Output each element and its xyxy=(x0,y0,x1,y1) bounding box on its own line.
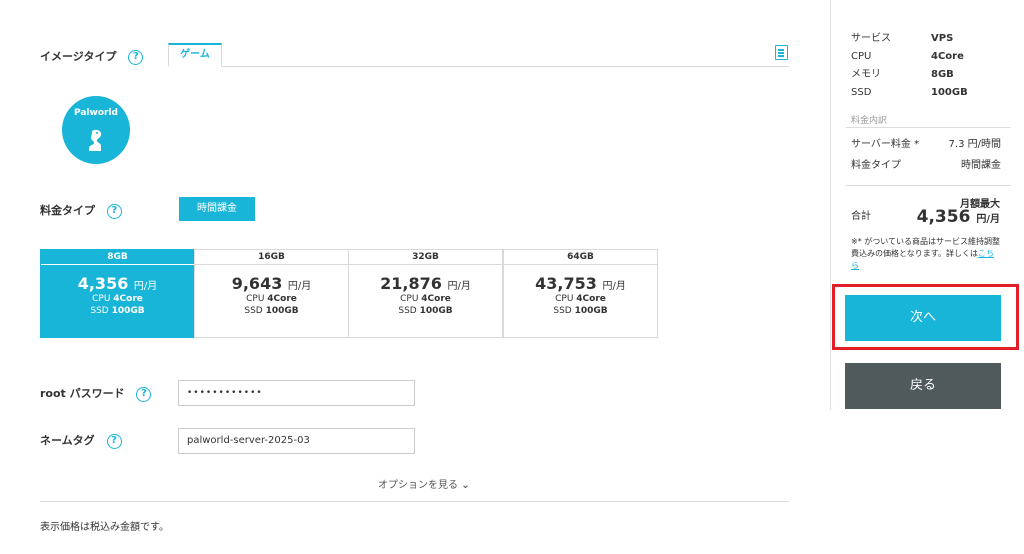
tab-game[interactable]: ゲーム xyxy=(168,43,222,67)
sidebar-divider xyxy=(846,127,1011,128)
plan-card-8gb[interactable]: 8GB 4,356 円/月 CPU 4Core SSD 100GB xyxy=(40,249,195,338)
server-fee-value: 7.3 円/時間 xyxy=(948,139,1001,150)
server-fee-label: サーバー料金 * xyxy=(851,139,920,150)
game-name: Palworld xyxy=(74,108,118,118)
total-label: 合計 xyxy=(851,211,871,222)
plan-cpu: CPU 4Core xyxy=(555,294,606,304)
fee-type-value: 時間課金 xyxy=(961,160,1001,171)
spec-row-ssd: SSD 100GB xyxy=(851,87,968,98)
plan-card-32gb[interactable]: 32GB 21,876 円/月 CPU 4Core SSD 100GB xyxy=(348,249,503,338)
plan-price: 21,876 円/月 xyxy=(380,274,471,293)
show-options-label: オプションを見る xyxy=(378,480,458,491)
fee-type-label: 料金タイプ xyxy=(851,160,901,171)
main-form: イメージタイプ ? ゲーム Palworld 料金タイプ ? 時間課金 8GB … xyxy=(0,0,830,554)
spec-table: サービス VPS CPU 4Core メモリ 8GB SSD 100GB xyxy=(851,30,1001,102)
name-tag-input[interactable]: palworld-server-2025-03 xyxy=(178,428,415,454)
pricing-type-hourly-button[interactable]: 時間課金 xyxy=(179,197,255,221)
plan-title: 64GB xyxy=(504,250,657,265)
plan-ssd: SSD 100GB xyxy=(553,306,608,316)
plan-card-64gb[interactable]: 64GB 43,753 円/月 CPU 4Core SSD 100GB xyxy=(503,249,658,338)
plan-ssd: SSD 100GB xyxy=(90,306,145,316)
show-options-link[interactable]: オプションを見る ⌄ xyxy=(378,476,470,491)
game-palworld-card[interactable]: Palworld xyxy=(62,96,130,164)
name-tag-label: ネームタグ xyxy=(40,434,95,447)
palworld-figure-icon xyxy=(89,129,102,151)
plan-price: 9,643 円/月 xyxy=(231,274,312,293)
name-tag-row: ネームタグ ? xyxy=(40,432,122,449)
plan-ssd: SSD 100GB xyxy=(244,306,299,316)
plan-price: 4,356 円/月 xyxy=(77,274,158,293)
surcharge-note: ※* がついている商品はサービス維持調整費込みの価格となります。詳しくはこちら xyxy=(851,237,1001,270)
form-divider xyxy=(40,501,789,502)
plan-card-16gb[interactable]: 16GB 9,643 円/月 CPU 4Core SSD 100GB xyxy=(194,249,349,338)
total-price: 4,356 円/月 xyxy=(916,207,1000,227)
sidebar-divider xyxy=(846,185,1011,186)
plan-cpu: CPU 4Core xyxy=(246,294,297,304)
root-password-row: root パスワード ? xyxy=(40,385,152,402)
server-fee-row: サーバー料金 * 7.3 円/時間 xyxy=(851,136,1001,154)
pricing-type-row: 料金タイプ ? xyxy=(40,202,122,219)
highlight-box xyxy=(832,284,1019,350)
image-type-row: イメージタイプ ? xyxy=(40,48,144,65)
plan-title: 16GB xyxy=(195,250,348,265)
plan-cpu: CPU 4Core xyxy=(400,294,451,304)
plan-ssd: SSD 100GB xyxy=(398,306,453,316)
plan-cpu: CPU 4Core xyxy=(92,294,143,304)
tax-footnote: 表示価格は税込み金額です。 xyxy=(40,522,169,533)
name-tag-help-icon[interactable]: ? xyxy=(106,433,122,449)
fee-type-row: 料金タイプ 時間課金 xyxy=(851,157,1001,175)
plan-price: 43,753 円/月 xyxy=(535,274,626,293)
root-password-input[interactable]: •••••••••••• xyxy=(178,380,415,406)
root-password-help-icon[interactable]: ? xyxy=(136,386,152,402)
root-password-label: root パスワード xyxy=(40,387,125,400)
tab-bar-line xyxy=(168,66,789,67)
document-list-icon[interactable] xyxy=(775,45,788,60)
back-button[interactable]: 戻る xyxy=(845,363,1001,409)
image-type-label: イメージタイプ xyxy=(40,50,117,63)
spec-row-memory: メモリ 8GB xyxy=(851,69,954,80)
plan-title: 32GB xyxy=(349,250,502,265)
spec-row-cpu: CPU 4Core xyxy=(851,51,964,62)
image-type-help-icon[interactable]: ? xyxy=(128,49,144,65)
chevron-down-icon: ⌄ xyxy=(461,480,470,491)
fee-breakdown-label: 料金内訳 xyxy=(851,116,888,126)
pricing-type-label: 料金タイプ xyxy=(40,204,95,217)
spec-row-service: サービス VPS xyxy=(851,33,954,44)
pricing-type-help-icon[interactable]: ? xyxy=(106,203,122,219)
plan-title: 8GB xyxy=(41,250,194,265)
